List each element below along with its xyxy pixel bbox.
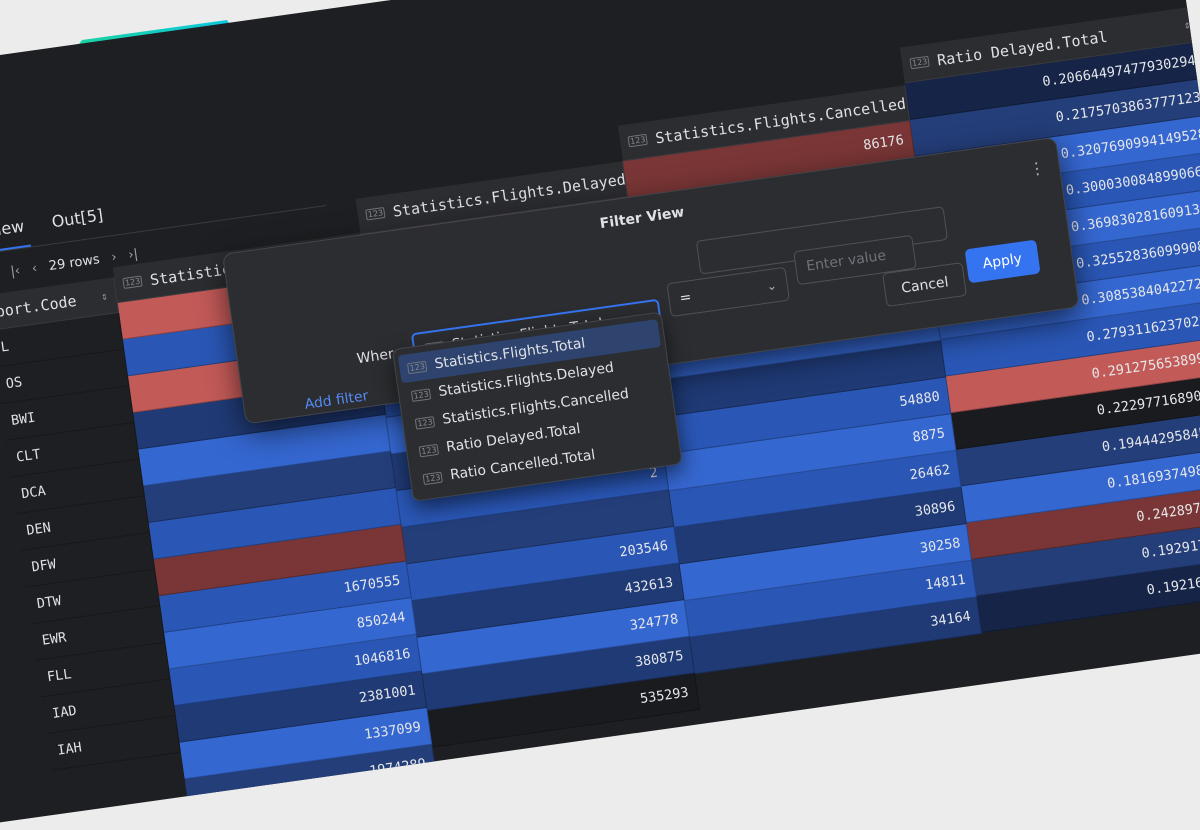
numeric-type-icon: 123: [122, 275, 143, 290]
operator-select[interactable]: = ⌄: [666, 266, 790, 318]
first-page-icon[interactable]: |‹: [9, 263, 21, 279]
tab-out[interactable]: Out[5]: [50, 205, 104, 231]
value-input-placeholder: Enter value: [805, 247, 888, 275]
numeric-type-icon: 123: [418, 443, 440, 457]
row-header-label: port.Code: [0, 291, 78, 321]
last-page-icon[interactable]: ›|: [127, 246, 139, 262]
numeric-type-icon: 123: [406, 360, 428, 374]
more-options-icon[interactable]: ⋮: [1028, 158, 1046, 179]
numeric-type-icon: 123: [422, 471, 444, 485]
numeric-type-icon: 123: [365, 206, 386, 221]
numeric-type-icon: 123: [627, 133, 649, 148]
sort-icon[interactable]: ⇕: [100, 289, 108, 303]
sort-icon[interactable]: ⇕: [1183, 18, 1191, 32]
operator-value: =: [678, 289, 693, 307]
prev-page-icon[interactable]: ‹: [31, 260, 38, 276]
row-count: 29 rows: [47, 251, 101, 274]
ide-window: ＋ ⤓ ⚙ View Out[5] 📈 |‹ ‹ 29 rows › ›| po…: [0, 0, 1200, 830]
tilted-ide: ＋ ⤓ ⚙ View Out[5] 📈 |‹ ‹ 29 rows › ›| po…: [0, 0, 1200, 830]
chevron-down-icon: ⌄: [765, 278, 778, 294]
tab-view[interactable]: View: [0, 216, 25, 240]
apply-button[interactable]: Apply: [964, 239, 1041, 284]
next-page-icon[interactable]: ›: [110, 249, 117, 265]
numeric-type-icon: 123: [414, 415, 436, 430]
numeric-type-icon: 123: [410, 387, 432, 402]
numeric-type-icon: 123: [909, 55, 931, 70]
